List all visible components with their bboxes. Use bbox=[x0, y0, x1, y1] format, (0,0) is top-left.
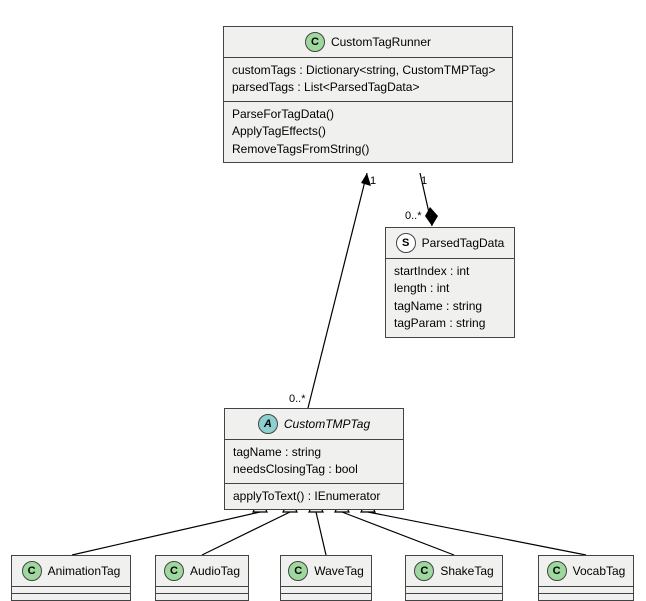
class-name: VocabTag bbox=[573, 564, 626, 578]
class-field: tagName : string bbox=[394, 298, 506, 315]
class-field: tagParam : string bbox=[394, 315, 506, 332]
class-fields bbox=[156, 587, 248, 594]
class-fields: tagName : string needsClosingTag : bool bbox=[225, 440, 403, 484]
mult-0n-ctr-ptd: 0..* bbox=[405, 210, 422, 222]
class-name: AnimationTag bbox=[48, 564, 121, 578]
class-title: A CustomTMPTag bbox=[225, 409, 403, 440]
class-field: needsClosingTag : bool bbox=[233, 461, 395, 478]
class-fields: customTags : Dictionary<string, CustomTM… bbox=[224, 58, 512, 102]
class-audio-tag: C AudioTag bbox=[155, 555, 249, 601]
class-badge-icon: C bbox=[22, 561, 42, 581]
class-name: CustomTMPTag bbox=[284, 417, 370, 431]
class-parsed-tag-data: S ParsedTagData startIndex : int length … bbox=[385, 227, 515, 338]
class-badge-icon: C bbox=[414, 561, 434, 581]
class-title: C VocabTag bbox=[539, 556, 633, 587]
class-methods: ParseForTagData() ApplyTagEffects() Remo… bbox=[224, 102, 512, 162]
class-fields: startIndex : int length : int tagName : … bbox=[386, 259, 514, 337]
class-fields bbox=[406, 587, 502, 594]
class-fields bbox=[539, 587, 633, 594]
struct-badge-icon: S bbox=[396, 233, 416, 253]
class-method: applyToText() : IEnumerator bbox=[233, 488, 395, 505]
class-method: ParseForTagData() bbox=[232, 106, 504, 123]
class-method: ApplyTagEffects() bbox=[232, 123, 504, 140]
class-name: WaveTag bbox=[314, 564, 364, 578]
class-custom-tmp-tag: A CustomTMPTag tagName : string needsClo… bbox=[224, 408, 404, 510]
class-field: tagName : string bbox=[233, 444, 395, 461]
class-name: CustomTagRunner bbox=[331, 35, 431, 49]
class-name: ShakeTag bbox=[440, 564, 493, 578]
mult-1-ctr-ctt: 1 bbox=[370, 175, 376, 187]
class-title: C WaveTag bbox=[281, 556, 371, 587]
class-shake-tag: C ShakeTag bbox=[405, 555, 503, 601]
class-title: C AnimationTag bbox=[12, 556, 130, 587]
class-field: parsedTags : List<ParsedTagData> bbox=[232, 79, 504, 96]
class-field: startIndex : int bbox=[394, 263, 506, 280]
class-methods bbox=[12, 594, 130, 600]
class-badge-icon: C bbox=[288, 561, 308, 581]
class-animation-tag: C AnimationTag bbox=[11, 555, 131, 601]
class-badge-icon: C bbox=[547, 561, 567, 581]
class-title: S ParsedTagData bbox=[386, 228, 514, 259]
class-methods: applyToText() : IEnumerator bbox=[225, 484, 403, 509]
class-title: C AudioTag bbox=[156, 556, 248, 587]
class-methods bbox=[281, 594, 371, 600]
class-fields bbox=[281, 587, 371, 594]
class-name: AudioTag bbox=[190, 564, 240, 578]
class-methods bbox=[539, 594, 633, 600]
class-fields bbox=[12, 587, 130, 594]
class-badge-icon: C bbox=[164, 561, 184, 581]
abstract-badge-icon: A bbox=[258, 414, 278, 434]
class-field: customTags : Dictionary<string, CustomTM… bbox=[232, 62, 504, 79]
class-badge-icon: C bbox=[305, 32, 325, 52]
class-methods bbox=[156, 594, 248, 600]
class-field: length : int bbox=[394, 280, 506, 297]
class-name: ParsedTagData bbox=[422, 236, 505, 250]
class-title: C ShakeTag bbox=[406, 556, 502, 587]
class-method: RemoveTagsFromString() bbox=[232, 141, 504, 158]
class-wave-tag: C WaveTag bbox=[280, 555, 372, 601]
class-vocab-tag: C VocabTag bbox=[538, 555, 634, 601]
class-custom-tag-runner: C CustomTagRunner customTags : Dictionar… bbox=[223, 26, 513, 163]
mult-1-ctr-ptd: 1 bbox=[421, 175, 427, 187]
class-methods bbox=[406, 594, 502, 600]
class-title: C CustomTagRunner bbox=[224, 27, 512, 58]
mult-0n-ctr-ctt: 0..* bbox=[289, 393, 306, 405]
